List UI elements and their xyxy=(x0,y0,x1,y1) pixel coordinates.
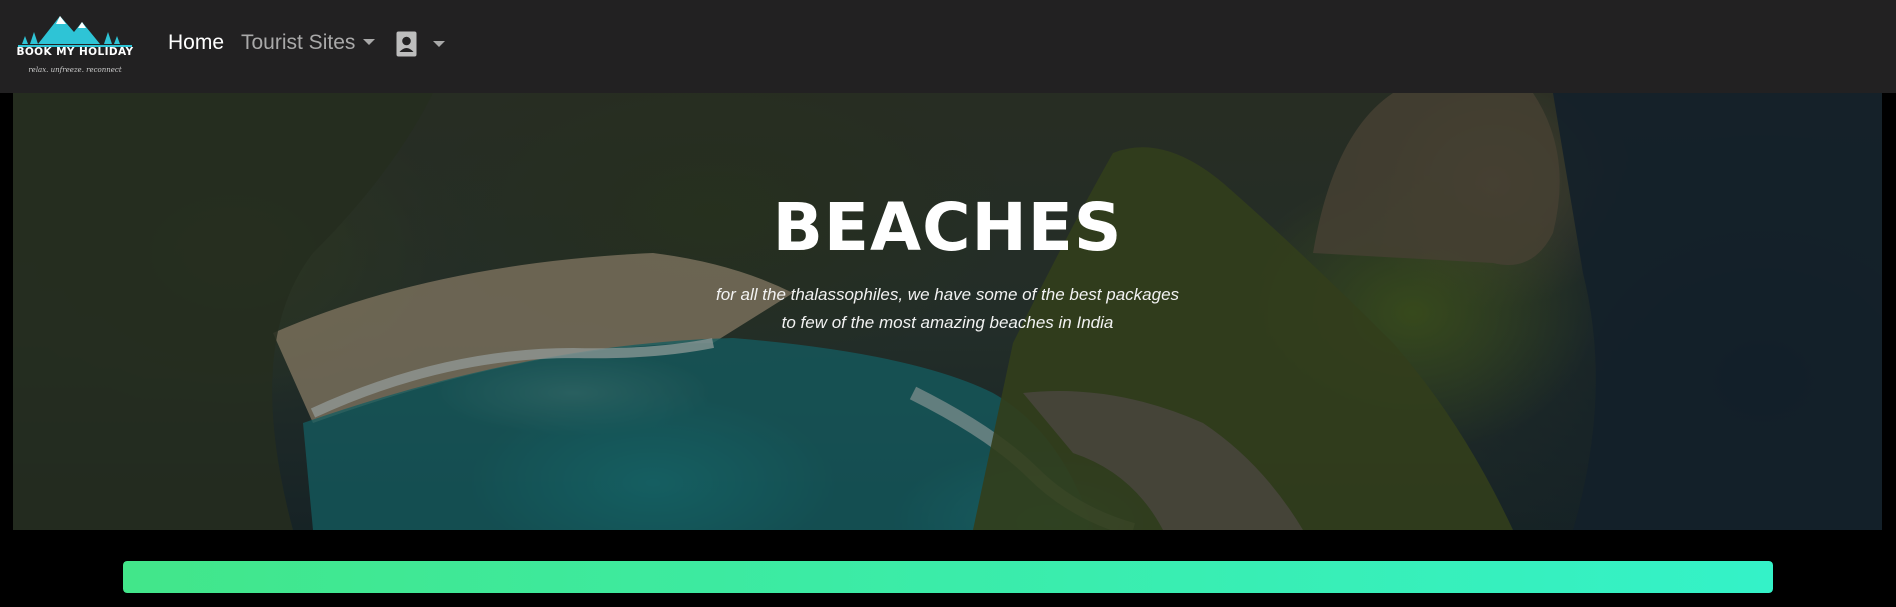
nav-tourist-sites-dropdown[interactable]: Tourist Sites xyxy=(241,31,376,55)
progress-bar-fill xyxy=(123,561,1773,593)
brand-name: BOOK MY HOLIDAY xyxy=(16,46,134,58)
nav-home-link[interactable]: Home xyxy=(168,31,224,55)
hero-title: BEACHES xyxy=(772,189,1123,266)
hero-subtitle-line-1: for all the thalassophiles, we have some… xyxy=(715,285,1180,304)
nav-tourist-sites-label: Tourist Sites xyxy=(241,31,356,54)
hero-banner: BEACHES for all the thalassophiles, we h… xyxy=(13,93,1882,530)
hero-subtitle-line-2: to few of the most amazing beaches in In… xyxy=(781,313,1114,332)
hero-overlay xyxy=(13,93,1882,530)
navbar: BOOK MY HOLIDAY relax. unfreeze. reconne… xyxy=(0,0,1896,93)
chevron-down-icon xyxy=(363,39,376,45)
user-menu-dropdown[interactable] xyxy=(396,30,445,58)
user-portrait-icon xyxy=(396,31,417,57)
mountain-logo-icon xyxy=(18,16,132,47)
brand-tagline: relax. unfreeze. reconnect xyxy=(28,66,122,74)
progress-bar xyxy=(123,561,1773,593)
brand-logo[interactable]: BOOK MY HOLIDAY relax. unfreeze. reconne… xyxy=(16,10,134,80)
chevron-down-icon xyxy=(433,41,445,47)
